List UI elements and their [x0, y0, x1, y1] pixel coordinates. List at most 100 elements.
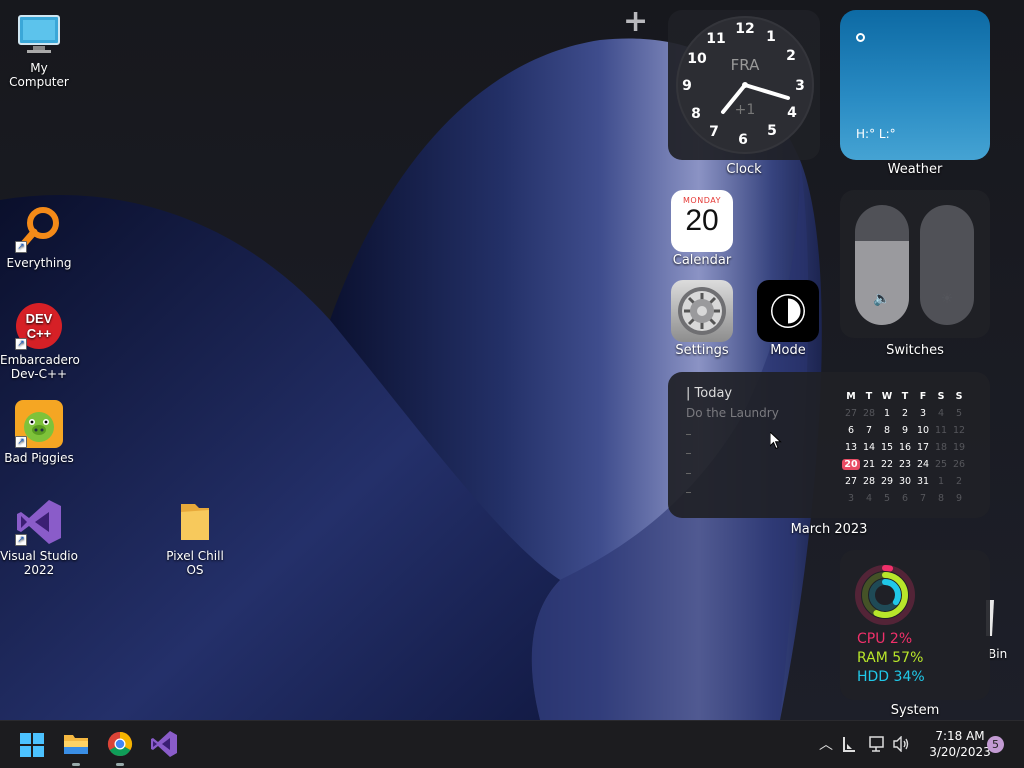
calendar-day-cell[interactable]: 5: [950, 408, 968, 419]
calendar-day-cell[interactable]: 23: [896, 459, 914, 470]
calendar-day-cell[interactable]: 12: [950, 425, 968, 436]
calendar-day-cell[interactable]: 4: [860, 493, 878, 504]
weekday-header: T: [865, 391, 873, 402]
desktop-icon-everything[interactable]: ↗ Everything: [0, 205, 78, 270]
calendar-day-cell[interactable]: 14: [860, 442, 878, 453]
desktop-icon-my-computer[interactable]: My Computer: [0, 10, 78, 89]
weather-condition-icon: [856, 33, 865, 42]
pen-menu-icon[interactable]: [842, 736, 856, 752]
calendar-day: 20: [685, 204, 719, 237]
calendar-day-cell[interactable]: 1: [878, 408, 896, 419]
calendar-day-cell[interactable]: 27: [842, 476, 860, 487]
calendar-day-cell[interactable]: 11: [932, 425, 950, 436]
search-icon: ↗: [15, 205, 63, 253]
weather-high-low: H:° L:°: [856, 127, 896, 141]
recycle-bin-label[interactable]: Bin: [988, 647, 1007, 661]
calendar-day-cell[interactable]: 30: [896, 476, 914, 487]
calendar-day-cell[interactable]: 16: [896, 442, 914, 453]
calendar-day-cell[interactable]: 28: [860, 476, 878, 487]
settings-app-button[interactable]: [671, 280, 733, 342]
today-title: | Today: [686, 386, 733, 401]
calendar-day-cell[interactable]: 18: [932, 442, 950, 453]
show-hidden-icons-chevron-up-icon[interactable]: ︿: [819, 734, 833, 754]
volume-icon: 🔈: [873, 291, 891, 307]
calendar-day-cell[interactable]: 2: [896, 408, 914, 419]
shortcut-arrow-icon: ↗: [15, 241, 27, 253]
calendar-day-cell[interactable]: 19: [950, 442, 968, 453]
desktop-icon-label: My Computer: [9, 61, 69, 89]
taskbar-visual-studio[interactable]: [148, 728, 180, 760]
empty-task-slot: [686, 434, 691, 435]
add-widget-button[interactable]: +: [623, 4, 648, 39]
desktop-icon-devcpp[interactable]: DEV C++ ↗ Embarcadero Dev-C++: [0, 302, 80, 381]
calendar-day-cell[interactable]: 21: [860, 459, 878, 470]
mini-calendar-grid: M T W T F S S 27 28 1 2 3 4 5 6 7 8 9 10 11 12 13 14 15 16 17 18 19…: [842, 388, 968, 507]
weather-widget[interactable]: H:° L:°: [840, 10, 990, 160]
calendar-day-cell[interactable]: 25: [932, 459, 950, 470]
taskbar-file-explorer[interactable]: [60, 728, 92, 766]
windows-start-icon: [20, 733, 44, 757]
weather-widget-label: Weather: [887, 162, 943, 177]
network-icon[interactable]: [869, 736, 887, 752]
calendar-day-cell[interactable]: 8: [878, 425, 896, 436]
calendar-day-cell[interactable]: 5: [878, 493, 896, 504]
desktop-icon-label: Pixel Chill OS: [166, 549, 224, 577]
calendar-day-cell[interactable]: 9: [950, 493, 968, 504]
desktop-icon-pixel-chill-os[interactable]: Pixel Chill OS: [156, 498, 234, 577]
clock-face: FRA +1 12 1 2 3 4 5 6 7 8 9 10 11: [676, 16, 814, 154]
calendar-day-cell[interactable]: 28: [860, 408, 878, 419]
calendar-day-cell[interactable]: 6: [896, 493, 914, 504]
volume-slider[interactable]: 🔈: [855, 205, 909, 325]
weekday-header: S: [937, 391, 945, 402]
calendar-week-row: 20 21 22 23 24 25 26: [842, 456, 968, 473]
desktop-icon-bad-piggies[interactable]: ↗ Bad Piggies: [0, 400, 78, 465]
folder-icon: [171, 498, 219, 546]
calendar-day-cell[interactable]: 24: [914, 459, 932, 470]
calendar-day-cell[interactable]: 31: [914, 476, 932, 487]
calendar-week-row: 6 7 8 9 10 11 12: [842, 422, 968, 439]
calendar-week-row: 3456789: [842, 490, 968, 507]
system-widget-label: System: [890, 703, 940, 718]
taskbar-chrome[interactable]: [104, 728, 136, 766]
calendar-day-cell[interactable]: 8: [932, 493, 950, 504]
calendar-day-cell[interactable]: 6: [842, 425, 860, 436]
calendar-day-cell[interactable]: 26: [950, 459, 968, 470]
calendar-day-cell[interactable]: 29: [878, 476, 896, 487]
switches-widget-label: Switches: [886, 343, 944, 358]
calendar-day-cell[interactable]: 20: [842, 459, 860, 470]
calendar-day-cell[interactable]: 9: [896, 425, 914, 436]
volume-tray-icon[interactable]: [893, 736, 911, 752]
desktop-icon-visual-studio[interactable]: ↗ Visual Studio 2022: [0, 498, 78, 577]
file-explorer-icon: [64, 735, 88, 754]
today-task[interactable]: Do the Laundry: [686, 406, 779, 420]
calendar-day-cell[interactable]: 7: [914, 493, 932, 504]
calendar-day-cell[interactable]: 27: [842, 408, 860, 419]
calendar-day-cell[interactable]: 3: [914, 408, 932, 419]
start-button[interactable]: [16, 728, 48, 760]
mode-label: Mode: [770, 343, 806, 358]
calendar-week-row: 27 28 1 2 3 4 5: [842, 405, 968, 422]
calendar-day-cell[interactable]: 1: [932, 476, 950, 487]
weekday-header-row: MTWTFSS: [842, 388, 968, 405]
calendar-day-cell[interactable]: 22: [878, 459, 896, 470]
brightness-slider[interactable]: ☀: [920, 205, 974, 325]
devcpp-icon: DEV C++ ↗: [15, 302, 63, 350]
calendar-day-cell[interactable]: 13: [842, 442, 860, 453]
pig-icon: ↗: [15, 400, 63, 448]
calendar-app-icon[interactable]: MONDAY 20: [671, 190, 733, 252]
desktop-icon-label: Embarcadero Dev-C++: [0, 353, 80, 381]
calendar-day-cell[interactable]: 4: [932, 408, 950, 419]
mode-toggle-button[interactable]: [757, 280, 819, 342]
calendar-day-cell[interactable]: 10: [914, 425, 932, 436]
calendar-day-cell[interactable]: 2: [950, 476, 968, 487]
calendar-day-cell[interactable]: 7: [860, 425, 878, 436]
notification-badge[interactable]: 5: [987, 736, 1004, 753]
calendar-app-label: Calendar: [672, 253, 732, 268]
running-indicator: [116, 763, 124, 766]
calendar-day-cell[interactable]: 3: [842, 493, 860, 504]
calendar-day-cell[interactable]: 15: [878, 442, 896, 453]
shortcut-arrow-icon: ↗: [15, 534, 27, 546]
desktop-icon-label: Bad Piggies: [4, 451, 74, 465]
visual-studio-icon: [151, 731, 177, 757]
calendar-day-cell[interactable]: 17: [914, 442, 932, 453]
